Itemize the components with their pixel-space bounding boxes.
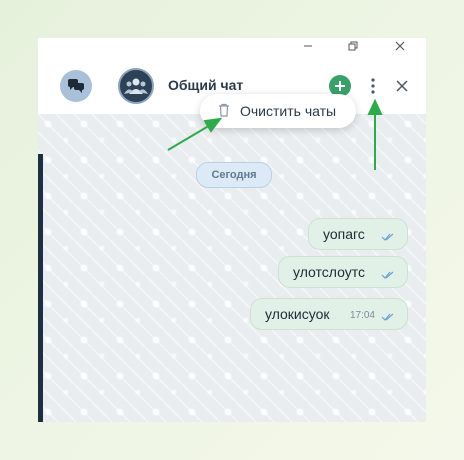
chat-window: Общий чат Сегодня уопагс улотслоутс улок xyxy=(38,38,426,422)
restore-icon[interactable] xyxy=(343,38,363,54)
message-text: улокисуок xyxy=(265,306,330,322)
message-bubble[interactable]: уопагс xyxy=(308,218,408,250)
chat-title: Общий чат xyxy=(168,77,244,93)
group-avatar-icon xyxy=(118,68,154,104)
clear-chats-menu-item[interactable]: Очистить чаты xyxy=(200,94,356,128)
close-icon[interactable] xyxy=(392,76,412,96)
message-text: улотслоутс xyxy=(293,264,365,280)
clear-chats-label: Очистить чаты xyxy=(240,103,337,119)
message-text: уопагс xyxy=(323,226,365,242)
window-titlebar xyxy=(38,38,426,54)
double-check-icon xyxy=(381,267,395,283)
double-check-icon xyxy=(381,309,395,325)
double-check-icon xyxy=(381,229,395,245)
minimize-icon[interactable] xyxy=(298,38,318,54)
message-bubble[interactable]: улокисуок 17:04 xyxy=(250,298,408,330)
trash-icon xyxy=(218,103,230,122)
window-close-icon[interactable] xyxy=(390,38,410,54)
more-vertical-icon[interactable] xyxy=(364,74,382,98)
message-area[interactable]: Сегодня уопагс улотслоутс улокисуок 17:0… xyxy=(38,114,426,422)
chat-bubbles-icon[interactable] xyxy=(60,70,92,102)
date-separator: Сегодня xyxy=(196,162,272,188)
sidebar-edge xyxy=(38,154,43,422)
message-time: 17:04 xyxy=(349,310,375,321)
message-bubble[interactable]: улотслоутс xyxy=(278,256,408,288)
